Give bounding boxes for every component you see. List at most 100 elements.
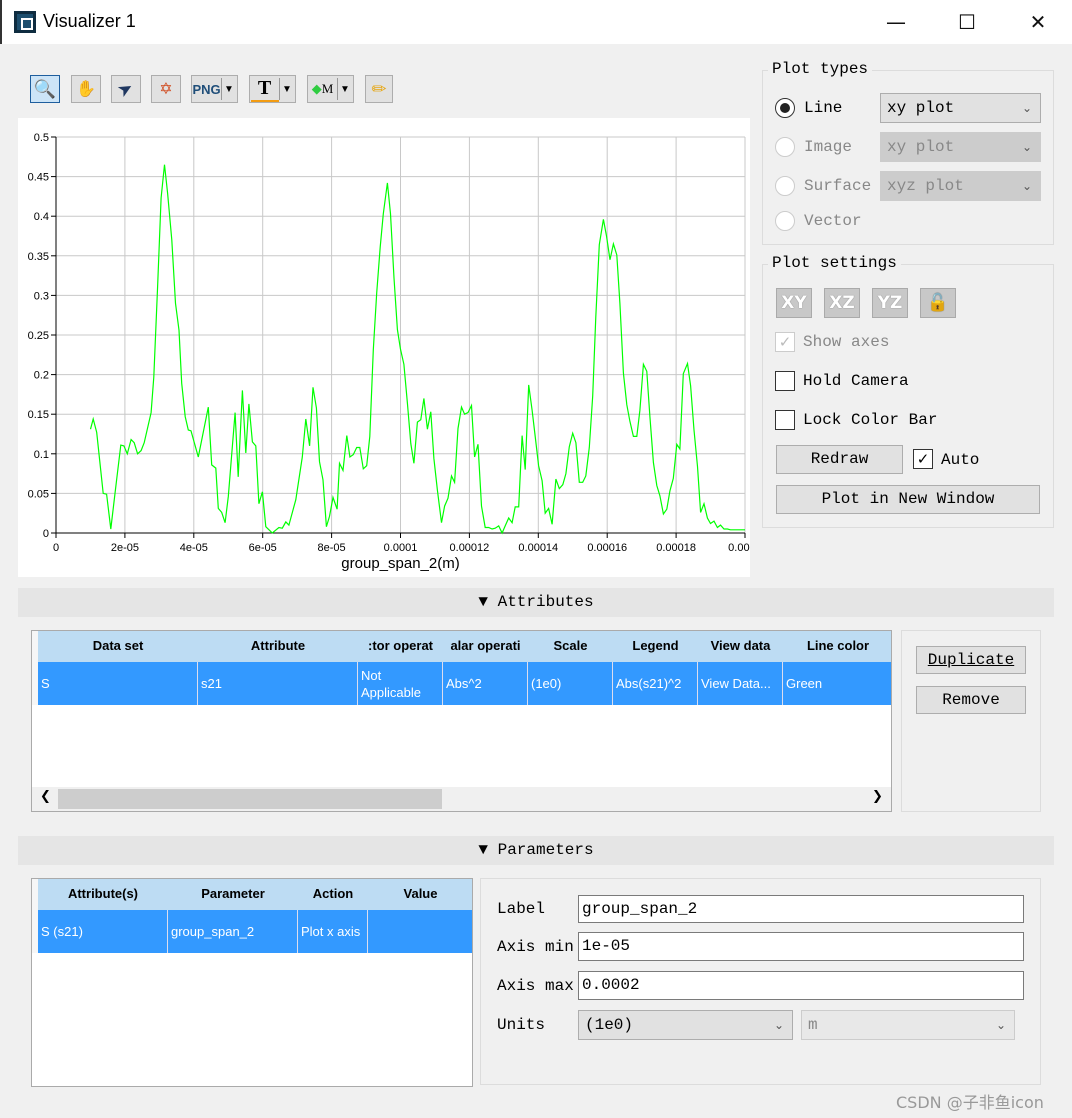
column-header[interactable]: Parameter	[168, 879, 298, 910]
radio-label-vector: Vector	[804, 212, 862, 230]
attributes-section-toggle[interactable]: ▼ Attributes	[18, 588, 1054, 617]
view-xz-button[interactable]: XZ	[824, 288, 860, 318]
axis-max-label: Axis max	[497, 977, 574, 995]
y-tick-label: 0.2	[34, 370, 49, 382]
table-cell[interactable]: Plot x axis	[298, 910, 368, 953]
axis-min-label: Axis min	[497, 938, 574, 956]
series-line-0	[89, 164, 745, 535]
scrollbar-thumb[interactable]	[58, 789, 442, 809]
plot-in-new-window-button[interactable]: Plot in New Window	[776, 485, 1040, 514]
radio-vector[interactable]	[775, 211, 795, 231]
table-cell[interactable]: S	[38, 662, 198, 705]
column-header[interactable]: Attribute(s)	[38, 879, 168, 910]
watermark: CSDN @子非鱼icon	[896, 1093, 1044, 1112]
table-cell[interactable]: Green	[783, 662, 891, 705]
parameters-table: Attribute(s) Parameter Action Value S (s21) g…	[31, 878, 473, 1087]
image-plot-select[interactable]: xy plot ⌄	[880, 132, 1041, 162]
chevron-down-icon: ⌄	[1021, 140, 1032, 154]
radio-label-line: Line	[804, 99, 843, 117]
column-header[interactable]: Attribute	[198, 631, 358, 662]
radio-surface[interactable]	[775, 176, 795, 196]
column-header[interactable]: alar operati	[443, 631, 528, 662]
radio-line[interactable]	[775, 98, 795, 118]
lock-view-button[interactable]: 🔓	[920, 288, 956, 318]
units-scale-select[interactable]: (1e0) ⌄	[578, 1010, 793, 1040]
window-title: Visualizer 1	[43, 11, 136, 31]
duplicate-button[interactable]: Duplicate	[916, 646, 1026, 674]
label-input[interactable]: group_span_2	[578, 895, 1024, 923]
x-tick-label: 0	[53, 542, 59, 554]
attributes-table: Data set Attribute:tor operat alar operati…	[31, 630, 892, 812]
column-header[interactable]: :tor operat	[358, 631, 443, 662]
select-arrow-icon: ➤	[114, 76, 138, 102]
text-annotation-button[interactable]: T ▼	[249, 75, 296, 103]
select-tool-button[interactable]: ➤	[111, 75, 141, 103]
dropdown-arrow-icon[interactable]: ▼	[220, 78, 237, 100]
surface-plot-select[interactable]: xyz plot ⌄	[880, 171, 1041, 201]
auto-checkbox[interactable]: ✓	[913, 449, 933, 469]
column-header[interactable]: Data set	[38, 631, 198, 662]
minimize-button[interactable]: —	[876, 8, 916, 36]
table-cell[interactable]: (1e0)	[528, 662, 613, 705]
y-tick-label: 0.4	[34, 211, 49, 223]
table-cell[interactable]: Abs^2	[443, 662, 528, 705]
close-button[interactable]: ✕	[1018, 8, 1058, 36]
column-header[interactable]: Legend	[613, 631, 698, 662]
column-header[interactable]: Line color	[783, 631, 891, 662]
scroll-left-icon[interactable]: ❮	[40, 789, 51, 804]
hold-camera-label: Hold Camera	[803, 372, 909, 390]
table-cell[interactable]: s21	[198, 662, 358, 705]
scroll-right-icon[interactable]: ❯	[872, 789, 883, 804]
axis-min-input[interactable]: 1e-05	[578, 932, 1024, 961]
horizontal-scrollbar[interactable]: ❮ ❯	[32, 787, 891, 811]
pencil-button[interactable]: ✏	[365, 75, 393, 103]
y-tick-label: 0.35	[28, 251, 49, 263]
view-xy-button[interactable]: XY	[776, 288, 812, 318]
x-tick-label: 0.0001	[384, 542, 418, 554]
line-plot-select[interactable]: xy plot ⌄	[880, 93, 1041, 123]
column-header[interactable]: View data	[698, 631, 783, 662]
redraw-button[interactable]: Redraw	[776, 445, 903, 474]
table-cell[interactable]	[368, 910, 472, 953]
y-tick-label: 0.25	[28, 330, 49, 342]
show-axes-checkbox[interactable]: ✓	[775, 332, 795, 352]
parameters-title: Parameters	[497, 841, 594, 859]
x-tick-label: 0.00016	[587, 542, 627, 554]
table-cell[interactable]: S (s21)	[38, 910, 168, 953]
column-header[interactable]: Value	[368, 879, 472, 910]
attributes-title: Attributes	[497, 593, 594, 611]
table-cell[interactable]: Abs(s21)^2	[613, 662, 698, 705]
table-cell[interactable]: group_span_2	[168, 910, 298, 953]
marker-button[interactable]: ◆M ▼	[307, 75, 354, 103]
pan-tool-button[interactable]: ✋	[71, 75, 101, 103]
hold-camera-checkbox[interactable]	[775, 371, 795, 391]
radio-image[interactable]	[775, 137, 795, 157]
parameters-section-toggle[interactable]: ▼ Parameters	[18, 836, 1054, 865]
dropdown-arrow-icon[interactable]: ▼	[336, 78, 353, 100]
column-header[interactable]: Action	[298, 879, 368, 910]
zoom-extents-button[interactable]: ✡	[151, 75, 181, 103]
y-tick-label: 0.3	[34, 290, 49, 302]
pan-hand-icon: ✋	[76, 81, 96, 98]
view-yz-button[interactable]: YZ	[872, 288, 908, 318]
units-unit-select[interactable]: m ⌄	[801, 1010, 1015, 1040]
axis-max-input[interactable]: 0.0002	[578, 971, 1024, 1000]
remove-button[interactable]: Remove	[916, 686, 1026, 714]
table-cell[interactable]: View Data...	[698, 662, 783, 705]
y-tick-label: 0.15	[28, 409, 49, 421]
table-cell[interactable]: Not Applicable	[358, 662, 443, 705]
zoom-tool-button[interactable]: 🔍	[30, 75, 60, 103]
dropdown-arrow-icon[interactable]: ▼	[278, 78, 295, 100]
chevron-down-icon: ⌄	[1021, 101, 1032, 115]
lock-color-bar-checkbox[interactable]	[775, 410, 795, 430]
text-annotation-icon: T	[250, 77, 279, 102]
x-tick-label: 2e-05	[111, 542, 139, 554]
y-tick-label: 0.05	[28, 488, 49, 500]
column-header[interactable]: Scale	[528, 631, 613, 662]
maximize-button[interactable]: ☐	[947, 8, 987, 36]
chevron-down-icon: ⌄	[1021, 179, 1032, 193]
png-export-button[interactable]: PNG ▼	[191, 75, 238, 103]
marker-icon: ◆M	[311, 81, 334, 96]
lock-color-bar-label: Lock Color Bar	[803, 411, 938, 429]
plot-area[interactable]: 0 2e-05 4e-05 6e-05 8e-05 0.0001 0.00012 0.0001…	[18, 118, 762, 577]
